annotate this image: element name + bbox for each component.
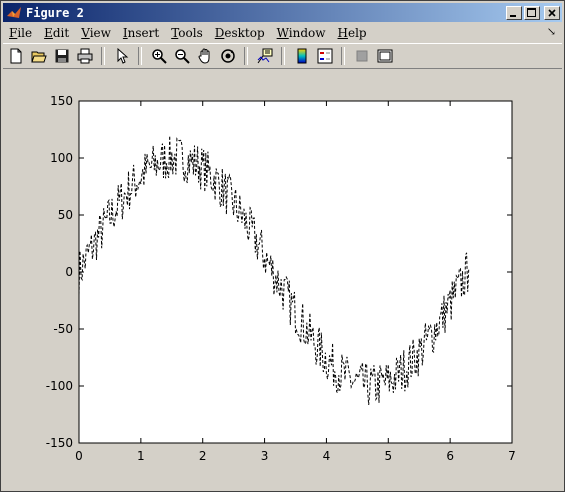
print-button[interactable] — [75, 46, 95, 66]
x-tick-label: 2 — [199, 449, 207, 463]
toolbar-separator — [101, 47, 105, 65]
menu-desktop[interactable]: Desktop — [209, 26, 271, 40]
x-tick-label: 0 — [75, 449, 83, 463]
edit-plot-button[interactable] — [112, 46, 132, 66]
menu-help[interactable]: Help — [332, 26, 373, 40]
zoom-in-button[interactable] — [149, 46, 169, 66]
print-icon — [77, 48, 93, 64]
plot-canvas[interactable]: 150 100 50 0 -50 -100 -150 0 1 2 3 4 5 6 7 — [1, 68, 564, 488]
hide-plot-tools-button[interactable] — [352, 46, 372, 66]
window-title: Figure 2 — [26, 5, 84, 20]
minimize-button[interactable] — [506, 5, 522, 20]
show-plot-tools-button[interactable] — [375, 46, 395, 66]
x-tick-label: 3 — [261, 449, 269, 463]
dock-arrow-icon[interactable]: ↘ — [547, 25, 556, 38]
zoom-out-button[interactable] — [172, 46, 192, 66]
x-tick-label: 6 — [446, 449, 454, 463]
toolbar-separator — [138, 47, 142, 65]
minimize-icon — [510, 14, 516, 17]
pan-hand-icon — [198, 48, 210, 64]
x-tick-label: 4 — [323, 449, 331, 463]
colorbar-icon — [297, 48, 307, 64]
rotate-3d-button[interactable] — [218, 46, 238, 66]
hide-plot-tools-icon — [356, 50, 368, 62]
menu-window[interactable]: Window — [271, 26, 332, 40]
close-button[interactable] — [544, 5, 560, 20]
maximize-button[interactable] — [524, 5, 540, 20]
zoom-out-icon — [175, 49, 190, 64]
menu-edit[interactable]: Edit — [38, 26, 75, 40]
close-icon — [548, 8, 556, 17]
open-file-icon — [31, 51, 47, 63]
insert-legend-button[interactable] — [315, 46, 335, 66]
x-tick-label: 7 — [508, 449, 516, 463]
y-tick-label: -50 — [53, 322, 73, 336]
y-tick-label: 50 — [58, 208, 73, 222]
save-icon — [55, 49, 69, 63]
figure-window: Figure 2 File Edit View Insert Tools Des… — [0, 0, 565, 492]
title-bar[interactable]: Figure 2 — [3, 3, 562, 22]
axes-background — [78, 100, 513, 444]
y-tick-label: 0 — [65, 265, 73, 279]
rotate-3d-icon — [221, 49, 235, 63]
pan-button[interactable] — [195, 46, 215, 66]
data-cursor-button[interactable] — [255, 46, 275, 66]
menu-bar: File Edit View Insert Tools Desktop Wind… — [3, 24, 562, 42]
matlab-logo-icon — [7, 6, 21, 18]
maximize-icon — [527, 7, 536, 17]
open-file-button[interactable] — [29, 46, 49, 66]
show-plot-tools-icon — [377, 49, 393, 63]
y-tick-label: -100 — [46, 379, 73, 393]
x-tick-label: 5 — [384, 449, 392, 463]
menu-tools[interactable]: Tools — [165, 26, 209, 40]
toolbar-separator — [244, 47, 248, 65]
menu-view[interactable]: View — [75, 26, 117, 40]
figure-toolbar — [3, 43, 562, 69]
insert-colorbar-button[interactable] — [292, 46, 312, 66]
data-cursor-icon — [257, 48, 273, 64]
save-button[interactable] — [52, 46, 72, 66]
edit-plot-arrow-icon — [117, 48, 129, 64]
new-figure-button[interactable] — [6, 46, 26, 66]
new-figure-icon — [10, 48, 22, 64]
zoom-in-icon — [152, 49, 167, 64]
toolbar-separator — [341, 47, 345, 65]
legend-icon — [317, 48, 333, 64]
menu-insert[interactable]: Insert — [117, 26, 165, 40]
y-tick-label: 100 — [50, 151, 73, 165]
toolbar-separator — [281, 47, 285, 65]
y-tick-label: 150 — [50, 94, 73, 108]
x-tick-label: 1 — [137, 449, 145, 463]
y-tick-label: -150 — [46, 436, 73, 450]
menu-file[interactable]: File — [3, 26, 38, 40]
